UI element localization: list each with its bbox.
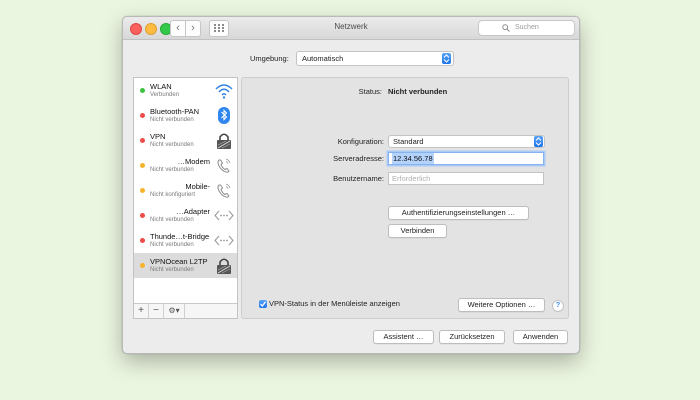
status-label: Status: <box>358 87 382 96</box>
service-name: WLAN <box>150 82 172 91</box>
status-dot <box>140 238 145 243</box>
service-list-toolbar: + − ⚙▾ <box>134 303 237 318</box>
service-status: Nicht verbunden <box>150 167 194 173</box>
service-name: …Modem <box>177 157 210 166</box>
service-name: …Adapter <box>176 207 210 216</box>
configuration-label: Konfiguration: <box>337 137 384 146</box>
phone-icon <box>217 158 231 173</box>
service-item-vpn[interactable]: VPN Nicht verbunden <box>134 128 237 153</box>
vpn-status-checkbox[interactable] <box>259 300 267 308</box>
bluetooth-icon <box>218 107 230 124</box>
service-status: Nicht verbunden <box>150 142 194 148</box>
service-name: Mobile- <box>185 182 210 191</box>
add-service-button[interactable]: + <box>134 304 149 318</box>
server-address-label: Serveradresse: <box>333 154 384 163</box>
wifi-icon <box>215 84 233 99</box>
ethernet-icon <box>214 210 234 221</box>
updown-arrow-icon <box>534 136 543 147</box>
network-preferences-window: ‹ › Netzwerk Suchen Umgebung: Automatisc… <box>122 16 580 354</box>
phone-icon <box>217 183 231 198</box>
service-name: VPN <box>150 132 166 141</box>
username-placeholder: Erforderlich <box>392 174 431 183</box>
service-status: Nicht konfiguriert <box>150 192 196 198</box>
service-status: Nicht verbunden <box>150 117 194 123</box>
gear-menu-button[interactable]: ⚙▾ <box>164 304 185 318</box>
location-select[interactable]: Automatisch <box>296 51 454 66</box>
title-bar: ‹ › Netzwerk Suchen <box>123 17 579 40</box>
help-button[interactable]: ? <box>552 300 564 312</box>
server-address-value: 12.34.56.78 <box>392 153 434 164</box>
service-item-vpnocean-l2tp[interactable]: VPNOcean L2TP Nicht verbunden <box>134 253 237 278</box>
vpn-lock-icon <box>217 133 231 149</box>
location-label: Umgebung: <box>250 54 289 63</box>
more-options-button[interactable]: Weitere Optionen … <box>458 298 545 312</box>
apply-button[interactable]: Anwenden <box>513 330 568 344</box>
service-status: Verbunden <box>150 92 180 98</box>
vpn-lock-icon <box>217 258 231 274</box>
search-icon <box>502 24 510 32</box>
status-dot <box>140 213 145 218</box>
service-item-bluetooth-pan[interactable]: Bluetooth-PAN Nicht verbunden <box>134 103 237 128</box>
username-field[interactable]: Erforderlich <box>388 172 544 185</box>
search-field[interactable]: Suchen <box>478 20 575 36</box>
status-dot <box>140 88 145 93</box>
server-address-field[interactable]: 12.34.56.78 <box>388 152 544 165</box>
status-dot <box>140 188 145 193</box>
configuration-value: Standard <box>393 137 424 146</box>
status-dot <box>140 263 145 268</box>
status-value: Nicht verbunden <box>388 87 448 96</box>
service-item-wlan[interactable]: WLAN Verbunden <box>134 78 237 103</box>
service-status: Nicht verbunden <box>150 242 194 248</box>
service-list: WLAN Verbunden Bluetooth-PAN Nicht verbu… <box>133 77 238 319</box>
search-placeholder: Suchen <box>515 24 539 31</box>
service-name: VPNOcean L2TP <box>150 257 208 266</box>
vpn-status-checkbox-label[interactable]: VPN-Status in der Menüleiste anzeigen <box>269 299 400 308</box>
revert-button[interactable]: Zurücksetzen <box>439 330 505 344</box>
status-dot <box>140 138 145 143</box>
vpn-detail-panel: Status: Nicht verbunden Konfiguration: S… <box>241 77 569 319</box>
checkmark-icon <box>260 301 267 308</box>
location-value: Automatisch <box>302 54 344 63</box>
ethernet-icon <box>214 235 234 246</box>
assistant-button[interactable]: Assistent … <box>373 330 434 344</box>
service-item-adapter[interactable]: …Adapter Nicht verbunden <box>134 203 237 228</box>
status-dot <box>140 113 145 118</box>
service-item-modem[interactable]: …Modem Nicht verbunden <box>134 153 237 178</box>
configuration-select[interactable]: Standard <box>388 135 545 148</box>
service-name: Bluetooth-PAN <box>150 107 200 116</box>
connect-button[interactable]: Verbinden <box>388 224 447 238</box>
service-item-mobile[interactable]: Mobile- Nicht konfiguriert <box>134 178 237 203</box>
username-label: Benutzername: <box>333 174 384 183</box>
service-status: Nicht verbunden <box>150 267 194 273</box>
remove-service-button[interactable]: − <box>149 304 164 318</box>
updown-arrow-icon <box>442 53 451 64</box>
status-dot <box>140 163 145 168</box>
authentication-settings-button[interactable]: Authentifizierungseinstellungen … <box>388 206 529 220</box>
service-status: Nicht verbunden <box>150 217 194 223</box>
service-item-thunderbolt-bridge[interactable]: Thunde…t-Bridge Nicht verbunden <box>134 228 237 253</box>
service-name: Thunde…t-Bridge <box>150 232 210 241</box>
